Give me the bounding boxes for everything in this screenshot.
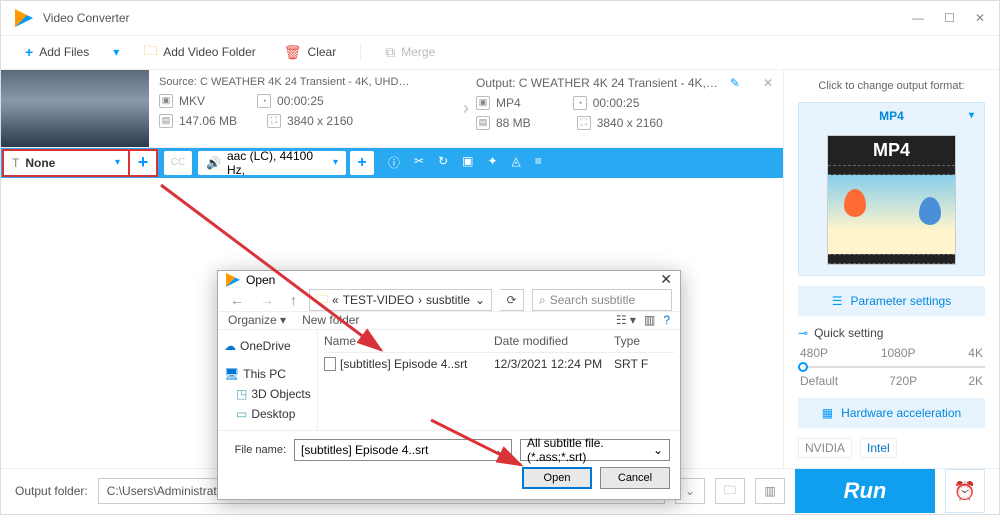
add-folder-button[interactable]: 🗀Add Video Folder bbox=[133, 36, 266, 68]
add-files-button[interactable]: +Add Files bbox=[15, 40, 99, 64]
merge-button: ⧉Merge bbox=[375, 40, 445, 65]
schedule-button[interactable]: ⏰ bbox=[945, 469, 985, 513]
hardware-acceleration-button[interactable]: ▦Hardware acceleration bbox=[798, 398, 985, 428]
parameter-settings-button[interactable]: ☰Parameter settings bbox=[798, 286, 985, 316]
format-badge: MP4 bbox=[828, 136, 955, 165]
bullet-icon: ⊸ bbox=[798, 326, 808, 340]
quick-setting-label: Quick setting bbox=[814, 326, 883, 340]
add-files-dropdown[interactable]: ▾ bbox=[113, 45, 119, 59]
close-button[interactable]: ✕ bbox=[975, 11, 985, 25]
open-folder-button[interactable]: ▥ bbox=[755, 478, 785, 504]
sliders-icon: ☰ bbox=[832, 294, 843, 308]
maximize-button[interactable]: ☐ bbox=[944, 11, 955, 25]
minimize-button[interactable]: — bbox=[912, 11, 924, 25]
edit-output-button[interactable]: ✎ bbox=[730, 76, 740, 90]
chevron-down-icon: ▾ bbox=[969, 110, 974, 121]
chip-icon: ▦ bbox=[822, 406, 833, 420]
format-hint: Click to change output format: bbox=[798, 80, 985, 92]
remove-item-button[interactable]: ✕ bbox=[763, 76, 773, 90]
trash-icon: 🗑 bbox=[284, 44, 302, 61]
browse-folder-button[interactable]: 🗀 bbox=[715, 478, 745, 504]
app-title: Video Converter bbox=[43, 11, 130, 25]
merge-icon: ⧉ bbox=[385, 44, 395, 61]
clear-button[interactable]: 🗑Clear bbox=[274, 40, 346, 65]
quick-setting-slider[interactable] bbox=[798, 366, 985, 368]
app-logo bbox=[15, 9, 33, 27]
nvidia-badge: NVIDIA bbox=[798, 438, 852, 458]
run-button[interactable]: Run bbox=[795, 469, 935, 513]
intel-badge: Intel bbox=[860, 438, 897, 458]
plus-icon: + bbox=[25, 44, 33, 60]
folder-icon: 🗀 bbox=[143, 40, 157, 64]
output-format-card[interactable]: MP4▾ MP4 bbox=[798, 102, 985, 276]
